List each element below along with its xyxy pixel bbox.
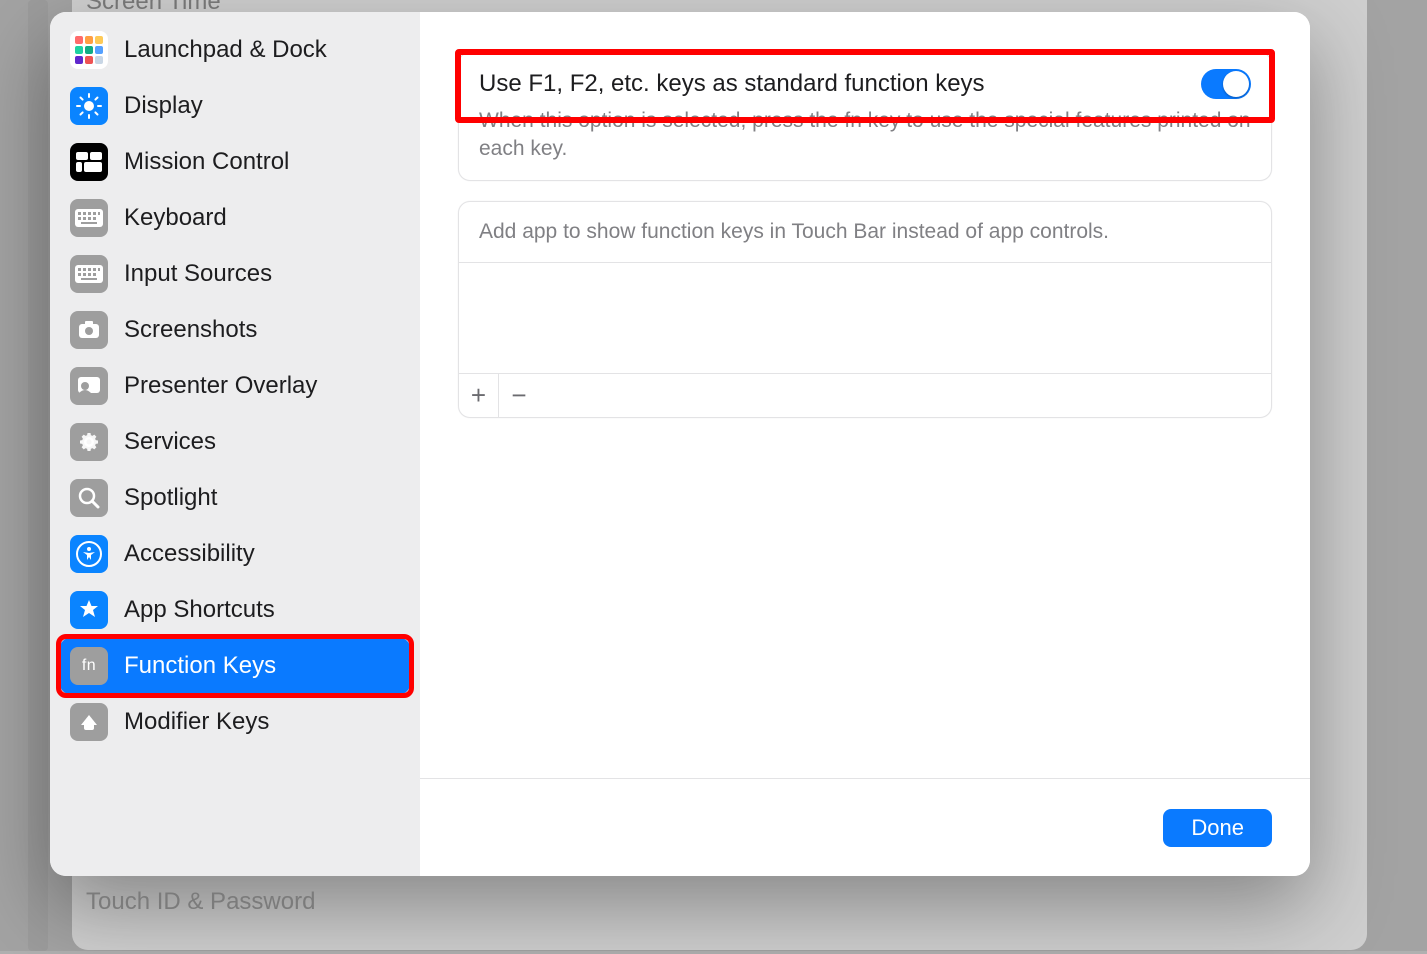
remove-app-button[interactable]: − bbox=[499, 374, 539, 418]
main-pane: Use F1, F2, etc. keys as standard functi… bbox=[420, 12, 1310, 876]
sidebar-item-spotlight[interactable]: Spotlight bbox=[60, 470, 410, 526]
main-content: Use F1, F2, etc. keys as standard functi… bbox=[420, 12, 1310, 778]
sidebar-item-label: Spotlight bbox=[124, 484, 400, 512]
option-title: Use F1, F2, etc. keys as standard functi… bbox=[479, 70, 985, 98]
settings-sheet: Launchpad & Dock Display Mission Control… bbox=[50, 12, 1310, 876]
sidebar-item-presenter-overlay[interactable]: Presenter Overlay bbox=[60, 358, 410, 414]
sidebar-item-input-sources[interactable]: Input Sources bbox=[60, 246, 410, 302]
sidebar-item-label: App Shortcuts bbox=[124, 596, 400, 624]
services-icon bbox=[70, 423, 108, 461]
touch-bar-apps-list[interactable] bbox=[459, 263, 1271, 373]
sidebar-item-label: Mission Control bbox=[124, 148, 400, 176]
presenter-overlay-icon bbox=[70, 367, 108, 405]
sidebar-item-screenshots[interactable]: Screenshots bbox=[60, 302, 410, 358]
accessibility-icon bbox=[70, 535, 108, 573]
modifier-keys-icon bbox=[70, 703, 108, 741]
sidebar-item-label: Keyboard bbox=[124, 204, 400, 232]
sidebar-item-mission-control[interactable]: Mission Control bbox=[60, 134, 410, 190]
function-keys-icon: fn bbox=[70, 647, 108, 685]
sidebar-item-label: Launchpad & Dock bbox=[124, 36, 400, 64]
sidebar-item-modifier-keys[interactable]: Modifier Keys bbox=[60, 694, 410, 750]
sidebar-item-accessibility[interactable]: Accessibility bbox=[60, 526, 410, 582]
sidebar-item-label: Display bbox=[124, 92, 400, 120]
sidebar-item-label: Function Keys bbox=[124, 652, 400, 680]
occluded-sidebar-below: Touch ID & Password bbox=[86, 888, 315, 954]
touch-bar-apps-hint: Add app to show function keys in Touch B… bbox=[459, 202, 1271, 263]
sidebar-item-label: Services bbox=[124, 428, 400, 456]
option-row: Use F1, F2, etc. keys as standard functi… bbox=[479, 69, 1251, 99]
sidebar-item-label: Presenter Overlay bbox=[124, 372, 400, 400]
sidebar-item-launchpad[interactable]: Launchpad & Dock bbox=[60, 22, 410, 78]
fn-glyph: fn bbox=[82, 657, 96, 675]
sheet-footer: Done bbox=[420, 778, 1310, 876]
touch-bar-apps-footer: + − bbox=[459, 373, 1271, 417]
background-dock-strip bbox=[28, 0, 48, 951]
screenshots-icon bbox=[70, 311, 108, 349]
keyboard-icon bbox=[70, 199, 108, 237]
sidebar: Launchpad & Dock Display Mission Control… bbox=[50, 12, 420, 876]
sidebar-item-display[interactable]: Display bbox=[60, 78, 410, 134]
sidebar-item-function-keys[interactable]: fn Function Keys bbox=[60, 638, 410, 694]
display-icon bbox=[70, 87, 108, 125]
backdrop: Screen Time Launchpad & Dock Display Mis… bbox=[0, 0, 1427, 951]
sidebar-item-keyboard[interactable]: Keyboard bbox=[60, 190, 410, 246]
sidebar-item-services[interactable]: Services bbox=[60, 414, 410, 470]
option-description: When this option is selected, press the … bbox=[479, 107, 1251, 162]
done-button[interactable]: Done bbox=[1163, 809, 1272, 847]
launchpad-icon bbox=[70, 31, 108, 69]
touch-bar-apps-card: Add app to show function keys in Touch B… bbox=[458, 201, 1272, 418]
standard-function-keys-toggle[interactable] bbox=[1201, 69, 1251, 99]
input-sources-icon bbox=[70, 255, 108, 293]
app-shortcuts-icon bbox=[70, 591, 108, 629]
toggle-knob bbox=[1223, 71, 1249, 97]
sidebar-item-app-shortcuts[interactable]: App Shortcuts bbox=[60, 582, 410, 638]
add-app-button[interactable]: + bbox=[459, 374, 499, 418]
sidebar-item-label: Screenshots bbox=[124, 316, 400, 344]
sidebar-item-label: Input Sources bbox=[124, 260, 400, 288]
sidebar-item-label: Accessibility bbox=[124, 540, 400, 568]
sidebar-item-label: Modifier Keys bbox=[124, 708, 400, 736]
function-keys-option-card: Use F1, F2, etc. keys as standard functi… bbox=[458, 52, 1272, 181]
mission-control-icon bbox=[70, 143, 108, 181]
spotlight-icon bbox=[70, 479, 108, 517]
